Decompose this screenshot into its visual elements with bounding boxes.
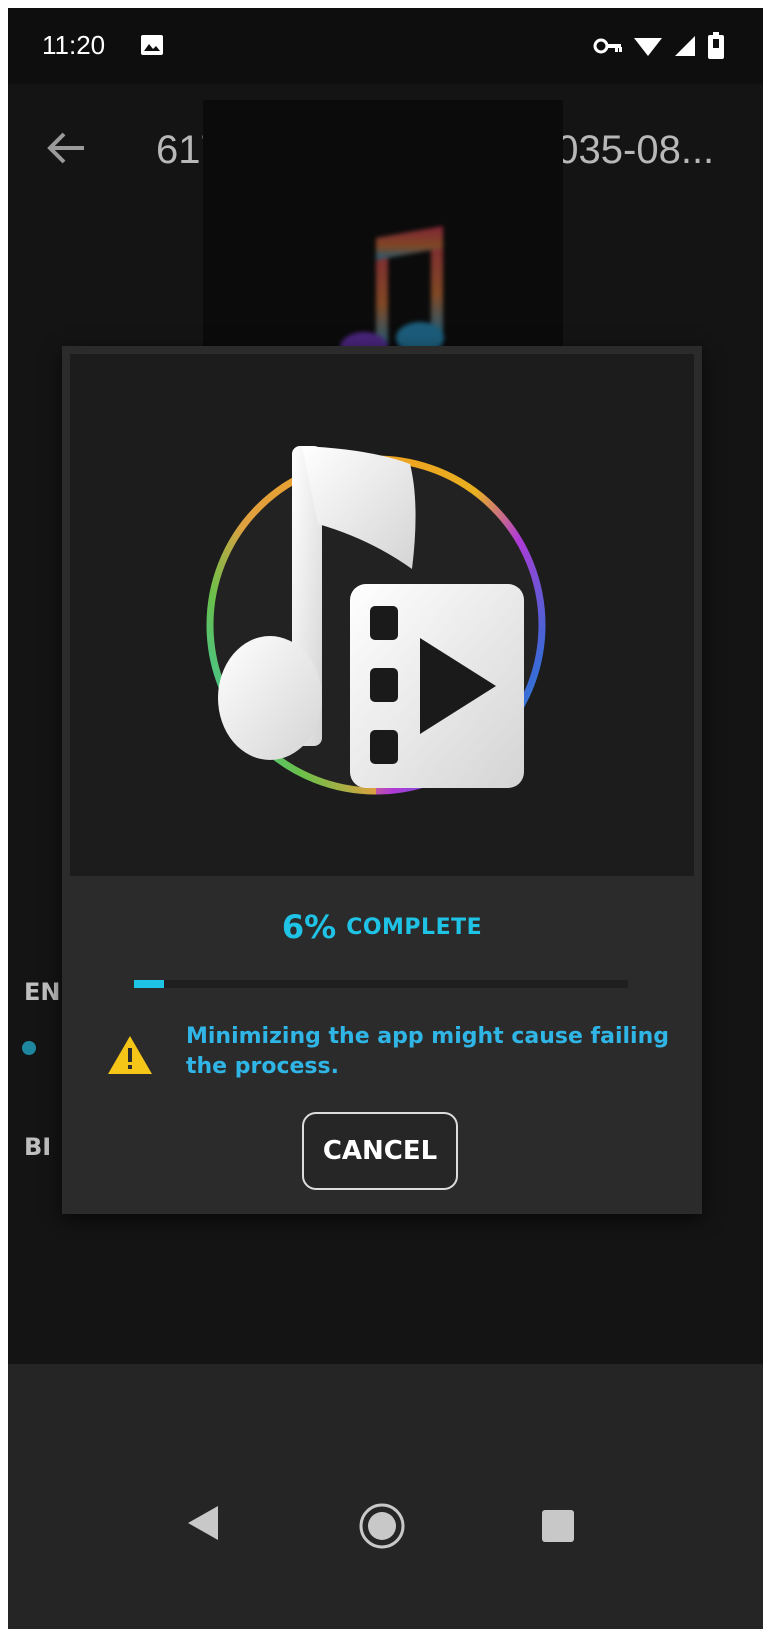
dialog-artwork bbox=[70, 354, 694, 876]
cell-signal-icon bbox=[675, 36, 695, 56]
background-label-en: EN bbox=[24, 978, 61, 1006]
vpn-key-icon bbox=[593, 38, 622, 54]
back-arrow-icon[interactable] bbox=[44, 126, 88, 170]
warning-message: Minimizing the app might cause failing t… bbox=[186, 1024, 670, 1079]
image-icon bbox=[141, 35, 163, 55]
status-bar: 11:20 bbox=[8, 8, 763, 84]
progress-label: 6% COMPLETE bbox=[62, 908, 702, 946]
background-bottom-panel bbox=[8, 1364, 763, 1629]
nav-home-button[interactable] bbox=[358, 1502, 406, 1550]
screen: 11:20 EN BI 6% COMPLETE Minimizing the a… bbox=[8, 8, 763, 1629]
progress-bar-fill bbox=[134, 980, 164, 988]
progress-bar bbox=[134, 980, 628, 988]
status-time: 11:20 bbox=[42, 30, 106, 60]
wifi-icon bbox=[634, 38, 662, 56]
progress-percent: 6% bbox=[281, 908, 337, 946]
nav-recents-button[interactable] bbox=[542, 1510, 574, 1542]
status-icons bbox=[593, 32, 725, 60]
battery-icon bbox=[708, 32, 724, 59]
background-radio-dot bbox=[22, 1041, 36, 1055]
progress-dialog: 6% COMPLETE Minimizing the app might caus… bbox=[62, 346, 702, 1214]
cancel-button[interactable]: CANCEL bbox=[302, 1112, 458, 1190]
nav-back-button[interactable] bbox=[186, 1504, 220, 1542]
app-logo-icon bbox=[206, 446, 546, 795]
progress-status: COMPLETE bbox=[346, 914, 483, 940]
background-label-bi: BI bbox=[24, 1133, 52, 1161]
warning-icon bbox=[108, 1036, 152, 1074]
